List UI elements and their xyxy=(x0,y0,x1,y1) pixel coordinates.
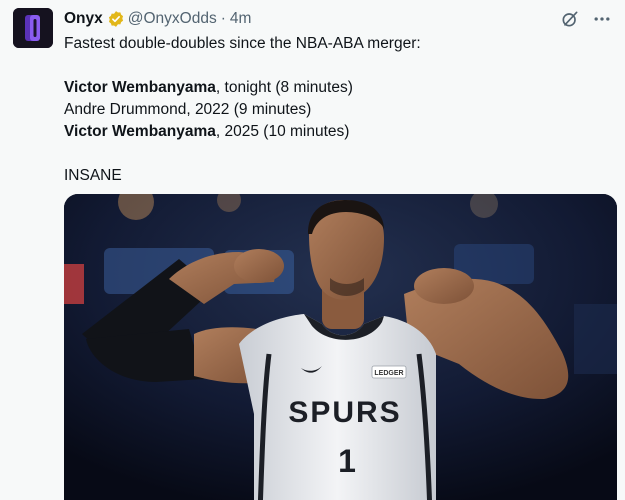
separator-dot: · xyxy=(220,10,226,27)
tweet-closing: INSANE xyxy=(64,167,122,184)
timestamp[interactable]: 4m xyxy=(230,10,252,28)
tweet-line-intro: Fastest double-doubles since the NBA-ABA… xyxy=(64,35,421,52)
verified-badge-icon xyxy=(108,11,123,27)
jersey-team-text: SPURS xyxy=(288,396,401,429)
tweet-entry: Victor Wembanyama, tonight (8 minutes) xyxy=(64,77,614,99)
player-name: Andre Drummond xyxy=(64,101,187,118)
author-name[interactable]: Onyx xyxy=(64,10,103,28)
header-actions xyxy=(559,8,613,30)
tweet-text: Fastest double-doubles since the NBA-ABA… xyxy=(64,33,614,187)
jersey-number: 1 xyxy=(338,443,356,479)
tweet-entry: Victor Wembanyama, 2025 (10 minutes) xyxy=(64,121,614,143)
entry-detail: , 2022 (9 minutes) xyxy=(186,101,312,118)
tweet-header: Onyx @OnyxOdds · 4m xyxy=(64,8,251,30)
grok-icon[interactable] xyxy=(559,8,581,30)
author-handle[interactable]: @OnyxOdds xyxy=(128,10,217,28)
player-name: Victor Wembanyama xyxy=(64,123,216,140)
tweet-media-photo[interactable]: LEDGER SPURS 1 xyxy=(64,194,617,500)
entry-detail: , tonight (8 minutes) xyxy=(215,79,353,96)
player-name: Victor Wembanyama xyxy=(64,79,216,96)
tweet[interactable]: Onyx @OnyxOdds · 4m Fastest double-doubl… xyxy=(0,0,625,500)
more-icon[interactable] xyxy=(591,8,613,30)
entry-detail: , 2025 (10 minutes) xyxy=(215,123,350,140)
onyx-logo-icon xyxy=(13,8,53,48)
player-photo: LEDGER SPURS 1 xyxy=(64,194,617,500)
tweet-entry: Andre Drummond, 2022 (9 minutes) xyxy=(64,99,614,121)
jersey-patch: LEDGER xyxy=(374,370,403,377)
avatar[interactable] xyxy=(13,8,53,48)
